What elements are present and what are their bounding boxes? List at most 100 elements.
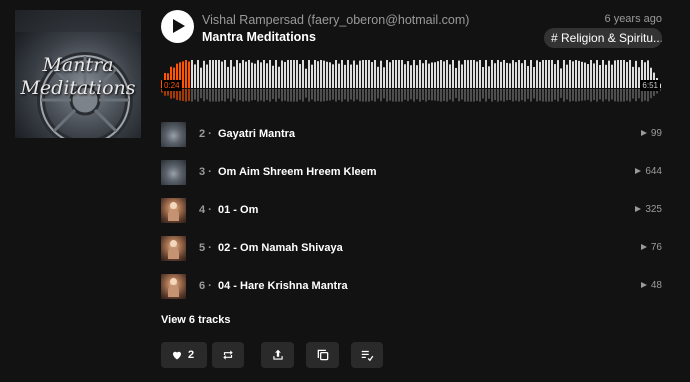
waveform-reflection-bar [206, 89, 208, 100]
waveform-bar [581, 61, 583, 88]
waveform-reflection-bar [284, 89, 286, 101]
waveform-reflection-bar [386, 89, 388, 102]
track-row[interactable]: 4 · 01 - Om 325 [161, 196, 662, 234]
waveform-reflection-bar [572, 89, 574, 102]
waveform-reflection-bar [428, 89, 430, 100]
current-time: 0:24 [162, 80, 182, 91]
track-name[interactable]: Gayatri Mantra [218, 128, 295, 140]
waveform-reflection-bar [407, 89, 409, 102]
play-count-icon [640, 244, 647, 250]
waveform-bar [248, 60, 250, 88]
waveform-bar [239, 63, 241, 88]
play-count-icon [640, 282, 647, 288]
waveform-reflection-bar [311, 89, 313, 100]
upload-time: 6 years ago [604, 13, 662, 25]
track-name[interactable]: 04 - Hare Krishna Mantra [218, 280, 348, 292]
uploader-name[interactable]: Vishal Rampersad (faery_oberon@hotmail.c… [202, 13, 469, 27]
waveform-bar [317, 61, 319, 88]
waveform-reflection-bar [212, 89, 214, 102]
waveform-bar [395, 60, 397, 88]
track-thumbnail [161, 122, 186, 147]
waveform-bar [353, 60, 355, 88]
waveform-bar [629, 60, 631, 88]
waveform-reflection-bar [623, 89, 625, 102]
waveform-reflection-bar [434, 89, 436, 101]
waveform-bar [518, 60, 520, 88]
waveform-reflection-bar [443, 89, 445, 101]
waveform-reflection-bar [233, 89, 235, 99]
waveform-bar [299, 64, 301, 88]
waveform-bar [398, 60, 400, 88]
play-count-icon [635, 206, 642, 212]
waveform-reflection-bar [332, 89, 334, 100]
play-count-icon [635, 168, 642, 174]
waveform-bar [365, 60, 367, 88]
waveform-reflection-bar [317, 89, 319, 102]
waveform-bar [347, 60, 349, 88]
genre-tag[interactable]: # Religion & Spiritu... [544, 28, 662, 48]
waveform-reflection-bar [383, 89, 385, 99]
waveform-bar [302, 60, 304, 88]
view-all-tracks-link[interactable]: View 6 tracks [161, 314, 231, 326]
waveform-reflection-bar [389, 89, 391, 101]
waveform-reflection-bar [497, 89, 499, 102]
track-row[interactable]: 6 · 04 - Hare Krishna Mantra 48 [161, 272, 662, 310]
waveform-reflection-bar [272, 89, 274, 100]
waveform-bar [386, 60, 388, 88]
waveform-reflection-bar [194, 89, 196, 100]
waveform-reflection-bar [515, 89, 517, 101]
waveform-reflection-bar [410, 89, 412, 100]
waveform-bar [197, 60, 199, 88]
waveform-bar [545, 60, 547, 88]
waveform-reflection-bar [527, 89, 529, 99]
share-button[interactable] [261, 342, 294, 368]
waveform-reflection-bar [509, 89, 511, 101]
waveform-reflection-bar [392, 89, 394, 102]
waveform-bar [275, 60, 277, 88]
waveform-reflection-bar [506, 89, 508, 101]
track-name[interactable]: 02 - Om Namah Shivaya [218, 242, 343, 254]
play-button[interactable] [161, 10, 194, 43]
like-button[interactable]: 2 [161, 342, 207, 368]
waveform-reflection-bar [485, 89, 487, 102]
waveform-bar [182, 61, 184, 88]
track-number: 6 · [199, 280, 212, 292]
waveform-reflection-bar [440, 89, 442, 102]
track-name[interactable]: Om Aim Shreem Hreem Kleem [218, 166, 377, 178]
waveform-bar [209, 60, 211, 88]
waveform-bar [194, 64, 196, 88]
waveform-bar [344, 64, 346, 88]
waveform-reflection-bar [260, 89, 262, 101]
waveform[interactable] [161, 58, 662, 104]
waveform-bar [254, 63, 256, 88]
track-duration: 6:51 [640, 80, 660, 91]
waveform-bar [578, 60, 580, 88]
track-row[interactable]: 5 · 02 - Om Namah Shivaya 76 [161, 234, 662, 272]
waveform-bar [290, 60, 292, 88]
track-row[interactable]: 3 · Om Aim Shreem Hreem Kleem 644 [161, 158, 662, 196]
track-name[interactable]: 01 - Om [218, 204, 258, 216]
waveform-bar [392, 60, 394, 88]
waveform-reflection-bar [254, 89, 256, 100]
waveform-reflection-bar [545, 89, 547, 102]
waveform-bar [329, 62, 331, 88]
waveform-bar [230, 60, 232, 88]
waveform-reflection-bar [488, 89, 490, 99]
add-to-queue-button[interactable] [351, 342, 383, 368]
waveform-bar [380, 60, 382, 88]
waveform-bar [260, 62, 262, 88]
waveform-bar [269, 60, 271, 88]
track-row[interactable]: 2 · Gayatri Mantra 99 [161, 120, 662, 158]
waveform-reflection-bar [308, 89, 310, 102]
waveform-reflection-bar [581, 89, 583, 101]
waveform-reflection-bar [362, 89, 364, 102]
waveform-reflection-bar [620, 89, 622, 102]
playlist-title[interactable]: Mantra Meditations [202, 30, 316, 44]
playlist-artwork[interactable]: Mantra Meditations [15, 10, 141, 138]
copy-link-button[interactable] [306, 342, 339, 368]
repost-button[interactable] [212, 342, 244, 368]
waveform-bar [362, 60, 364, 88]
waveform-bar [191, 60, 193, 88]
waveform-bar [614, 60, 616, 88]
waveform-bar [569, 60, 571, 88]
